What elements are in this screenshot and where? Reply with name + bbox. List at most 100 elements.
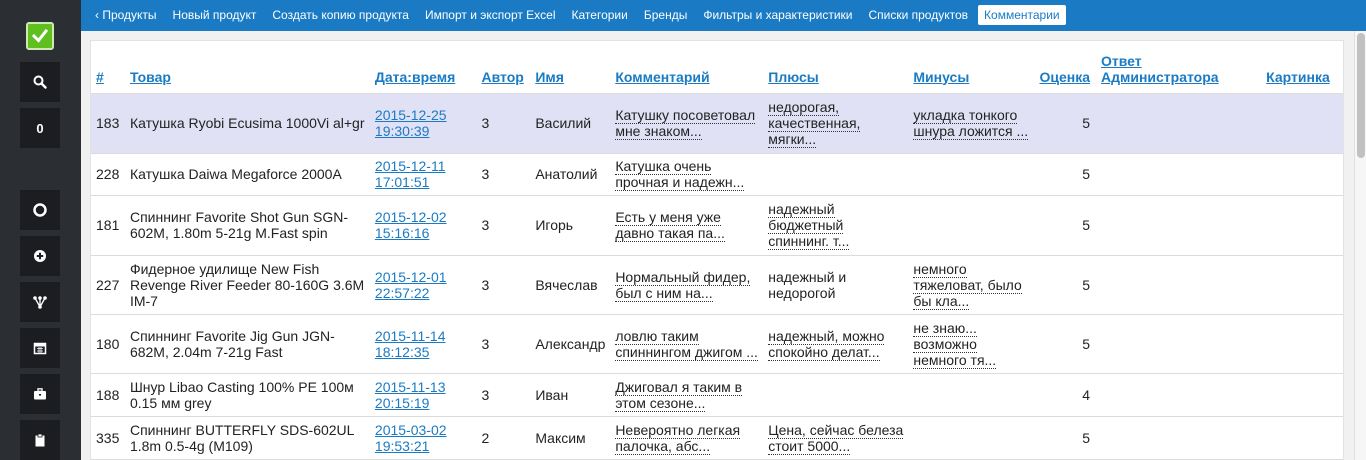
nav-products[interactable]: ‹ Продукты xyxy=(89,5,163,25)
cell-name: Вячеслав xyxy=(530,255,611,315)
cell-datetime-link[interactable]: 2015-12-01 22:57:22 xyxy=(369,255,477,315)
col-header-name[interactable]: Имя xyxy=(530,41,611,94)
nav-brands[interactable]: Бренды xyxy=(638,5,693,25)
table-row[interactable]: 188 Шнур Libao Casting 100% PE 100м 0.15… xyxy=(91,373,1343,417)
cell-pros[interactable]: надежный и недорогой xyxy=(763,255,909,315)
cell-comment[interactable]: Катушку посоветовал мне знаком... xyxy=(610,93,764,154)
cell-cons[interactable]: немного тяжеловат, было бы кла... xyxy=(908,255,1035,315)
cell-id: 180 xyxy=(91,314,125,374)
cell-picture xyxy=(1261,93,1343,154)
briefcase-icon xyxy=(34,388,46,400)
nav-categories[interactable]: Категории xyxy=(566,5,634,25)
add-button[interactable] xyxy=(20,236,60,276)
nav-import-export-excel[interactable]: Импорт и экспорт Excel xyxy=(419,5,562,25)
table-row[interactable]: 228 Катушка Daiwa Megaforce 2000A 2015-1… xyxy=(91,153,1343,196)
cell-pros[interactable] xyxy=(763,153,909,196)
nav-new-product[interactable]: Новый продукт xyxy=(167,5,263,25)
cell-rating: 5 xyxy=(1034,416,1096,460)
table-row[interactable]: 181 Спиннинг Favorite Shot Gun SGN-602M,… xyxy=(91,195,1343,256)
search-button[interactable] xyxy=(20,62,60,102)
cell-picture xyxy=(1261,314,1343,374)
cell-cons[interactable] xyxy=(908,416,1035,460)
col-header-pros[interactable]: Плюсы xyxy=(763,41,909,94)
cell-pros[interactable]: надежный бюджетный спиннинг. т... xyxy=(763,195,909,256)
cell-cons[interactable] xyxy=(908,373,1035,417)
cell-product: Фидерное удилище New Fish Revenge River … xyxy=(124,255,370,315)
col-header-datetime[interactable]: Дата:время xyxy=(369,41,477,94)
top-nav-bar: ‹ Продукты Новый продукт Создать копию п… xyxy=(81,0,1366,31)
nav-copy-product[interactable]: Создать копию продукта xyxy=(266,5,415,25)
col-header-product[interactable]: Товар xyxy=(124,41,370,94)
cell-product: Спиннинг Favorite Jig Gun JGN-682M, 2.04… xyxy=(124,314,370,374)
cell-picture xyxy=(1261,255,1343,315)
cell-datetime-link[interactable]: 2015-11-14 18:12:35 xyxy=(369,314,477,374)
plus-circle-icon xyxy=(34,250,46,262)
cell-name: Игорь xyxy=(530,195,611,256)
table-row[interactable]: 180 Спиннинг Favorite Jig Gun JGN-682M, … xyxy=(91,314,1343,374)
cell-admin-reply xyxy=(1096,314,1262,374)
cell-cons[interactable]: укладка тонкого шнура ложится ... xyxy=(908,93,1035,154)
cell-datetime-link[interactable]: 2015-11-13 20:15:19 xyxy=(369,373,477,417)
cell-cons[interactable]: не знаю... возможно немного тя... xyxy=(908,314,1035,374)
col-header-num[interactable]: # xyxy=(91,41,125,94)
col-header-admin-reply[interactable]: Ответ Администратора xyxy=(1096,41,1262,94)
counter-button[interactable]: 0 xyxy=(20,108,60,148)
support-button[interactable] xyxy=(20,190,60,230)
cell-picture xyxy=(1261,373,1343,417)
cell-product: Катушка Ryobi Ecusima 1000Vi al+gr xyxy=(124,93,370,154)
structure-button[interactable] xyxy=(20,282,60,322)
col-header-rating[interactable]: Оценка xyxy=(1034,41,1096,94)
cell-comment[interactable]: ловлю таким спиннингом джигом ... xyxy=(610,314,764,374)
cell-comment[interactable]: Есть у меня уже давно такая па... xyxy=(610,195,764,256)
col-header-author[interactable]: Автор xyxy=(476,41,531,94)
portfolio-button[interactable] xyxy=(20,374,60,414)
clipboard-icon xyxy=(35,433,45,447)
cell-cons[interactable] xyxy=(908,153,1035,196)
cell-datetime-link[interactable]: 2015-12-02 15:16:16 xyxy=(369,195,477,256)
cell-cons[interactable] xyxy=(908,195,1035,256)
cell-pros[interactable] xyxy=(763,373,909,417)
cell-name: Иван xyxy=(530,373,611,417)
cell-comment[interactable]: Нормальный фидер, был с ним на... xyxy=(610,255,764,315)
tasks-button[interactable] xyxy=(20,420,60,460)
cell-comment[interactable]: Невероятно легкая палочка, абс... xyxy=(610,416,764,460)
check-icon[interactable] xyxy=(26,22,54,50)
scrollbar-thumb[interactable] xyxy=(1357,33,1365,158)
cell-author: 3 xyxy=(476,255,531,315)
nav-comments[interactable]: Комментарии xyxy=(978,5,1066,25)
search-icon xyxy=(33,75,47,89)
cell-picture xyxy=(1261,416,1343,460)
page-scrollbar[interactable] xyxy=(1354,31,1366,460)
cell-product: Катушка Daiwa Megaforce 2000A xyxy=(124,153,370,196)
cell-rating: 5 xyxy=(1034,255,1096,315)
cell-rating: 5 xyxy=(1034,93,1096,154)
table-row[interactable]: 335 Спиннинг BUTTERFLY SDS-602UL 1.8m 0.… xyxy=(91,416,1343,460)
calendar-icon xyxy=(33,342,47,355)
cell-datetime-link[interactable]: 2015-12-25 19:30:39 xyxy=(369,93,477,154)
cell-admin-reply xyxy=(1096,93,1262,154)
col-header-picture[interactable]: Картинка xyxy=(1261,41,1343,94)
cell-pros[interactable]: недорогая, качественная, мягки... xyxy=(763,93,909,154)
nav-product-lists[interactable]: Списки продуктов xyxy=(862,5,974,25)
col-header-comment[interactable]: Комментарий xyxy=(610,41,764,94)
comments-panel: # Товар Дата:время Автор Имя Комментарий… xyxy=(90,40,1344,460)
cell-id: 228 xyxy=(91,153,125,196)
calendar-button[interactable] xyxy=(20,328,60,368)
table-row[interactable]: 227 Фидерное удилище New Fish Revenge Ri… xyxy=(91,255,1343,315)
cell-id: 188 xyxy=(91,373,125,417)
cell-datetime-link[interactable]: 2015-12-11 17:01:51 xyxy=(369,153,477,196)
col-header-cons[interactable]: Минусы xyxy=(908,41,1035,94)
cell-author: 3 xyxy=(476,373,531,417)
cell-admin-reply xyxy=(1096,373,1262,417)
table-row[interactable]: 183 Катушка Ryobi Ecusima 1000Vi al+gr 2… xyxy=(91,93,1343,154)
cell-comment[interactable]: Джиговал я таким в этом сезоне... xyxy=(610,373,764,417)
cell-comment[interactable]: Катушка очень прочная и надежн... xyxy=(610,153,764,196)
cell-pros[interactable]: надежный, можно спокойно делат... xyxy=(763,314,909,374)
cell-pros[interactable]: Цена, сейчас белеза стоит 5000... xyxy=(763,416,909,460)
cell-datetime-link[interactable]: 2015-03-02 19:53:21 xyxy=(369,416,477,460)
cell-author: 3 xyxy=(476,153,531,196)
nav-filters[interactable]: Фильтры и характеристики xyxy=(697,5,858,25)
cell-admin-reply xyxy=(1096,416,1262,460)
cell-id: 183 xyxy=(91,93,125,154)
table-header-row: # Товар Дата:время Автор Имя Комментарий… xyxy=(91,41,1343,94)
